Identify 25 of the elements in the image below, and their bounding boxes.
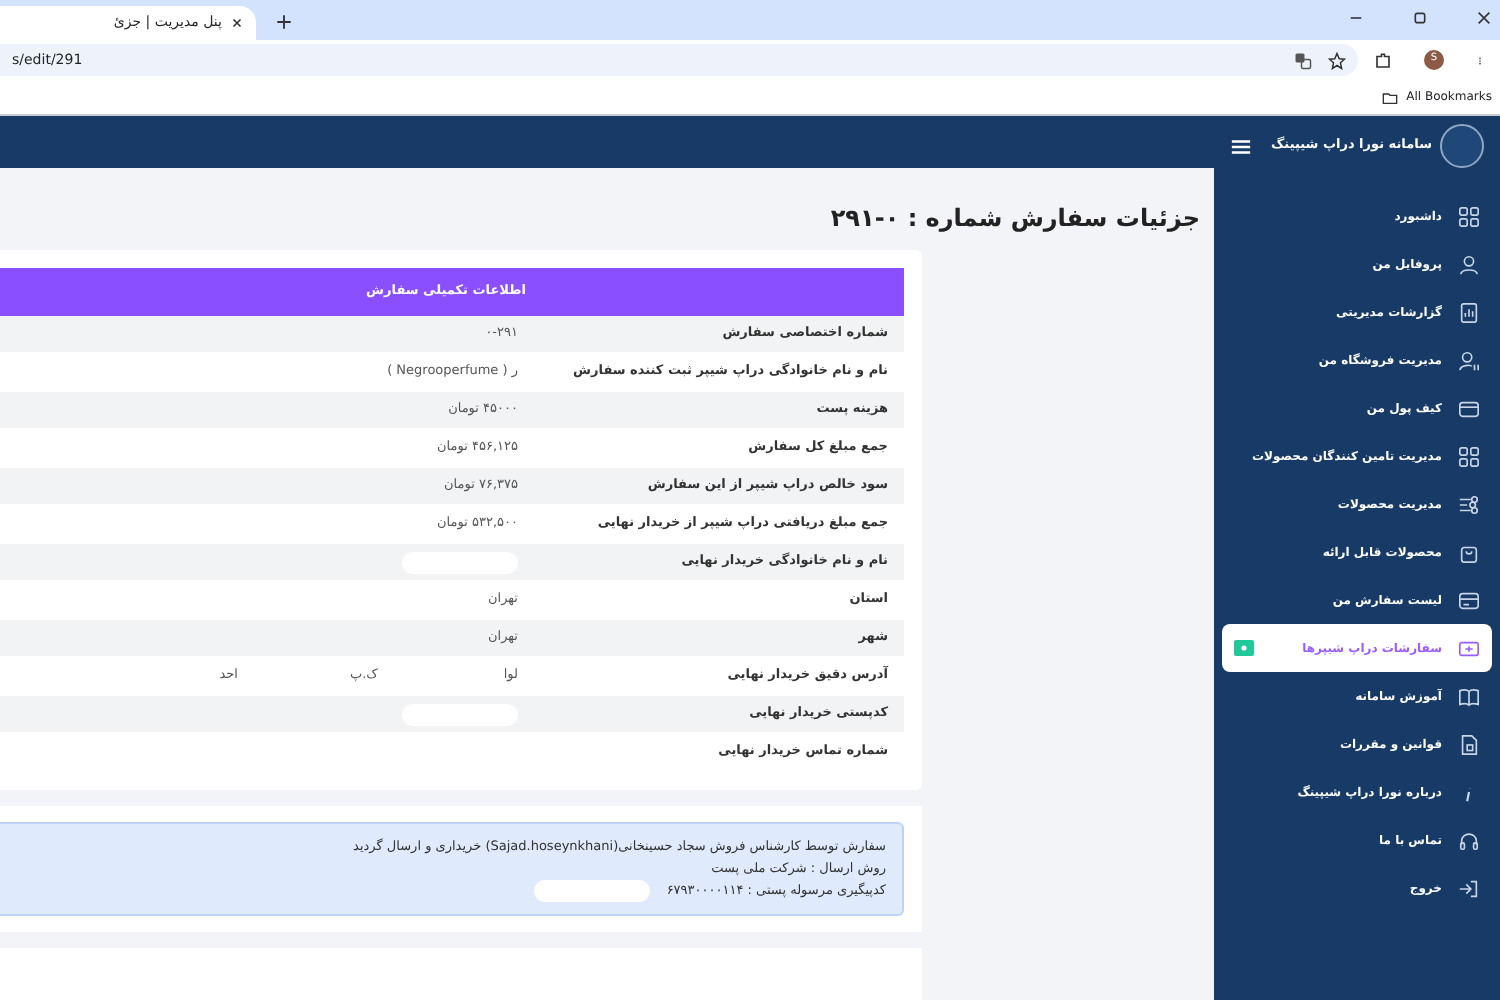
ticket-icon	[1458, 637, 1480, 659]
close-icon[interactable]	[1476, 10, 1492, 26]
page-title: جزئیات سفارش شماره : ۰-۲۹۱	[830, 203, 1200, 232]
user-icon	[1458, 253, 1480, 275]
logo-icon	[1440, 124, 1484, 168]
report-icon	[1458, 301, 1480, 323]
translate-icon[interactable]	[1294, 51, 1312, 69]
document-icon	[1458, 733, 1480, 755]
puzzle-icon[interactable]	[1374, 51, 1392, 69]
folder-icon[interactable]	[1382, 89, 1399, 105]
star-icon[interactable]	[1328, 51, 1346, 69]
sliders-icon	[1458, 493, 1480, 515]
close-icon[interactable]	[230, 16, 244, 30]
book-icon	[1458, 685, 1480, 707]
restore-icon[interactable]	[1412, 10, 1428, 26]
user-settings-icon	[1458, 349, 1480, 371]
headset-icon	[1458, 829, 1480, 851]
grid-icon	[1458, 205, 1480, 227]
menu-icon[interactable]	[1230, 135, 1252, 157]
card-icon	[1458, 589, 1480, 611]
bag-icon	[1458, 541, 1480, 563]
wallet-icon	[1458, 397, 1480, 419]
grid-icon	[1458, 445, 1480, 467]
logout-icon	[1458, 877, 1480, 899]
new-tab-icon[interactable]	[276, 14, 292, 30]
